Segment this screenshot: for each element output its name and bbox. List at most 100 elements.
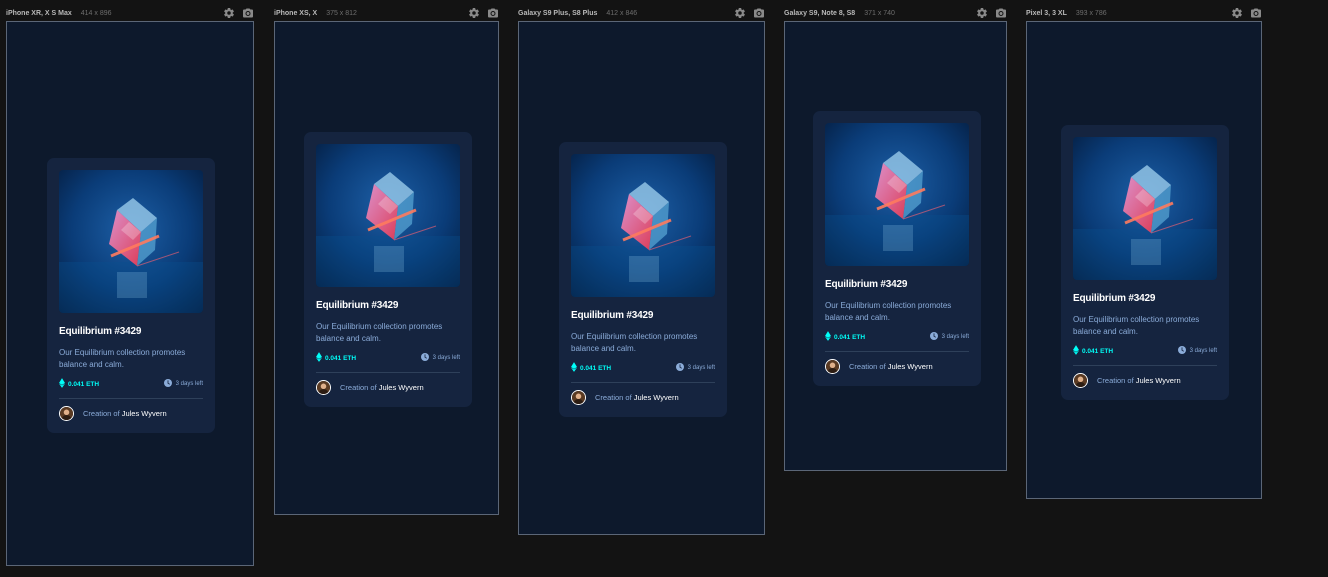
creator-row: Creation of Jules Wyvern [571, 390, 715, 405]
time-left-value: 3 days left [1189, 348, 1217, 354]
ethereum-icon [1073, 345, 1082, 357]
price-value: 0.041 ETH [68, 380, 100, 388]
creator-row: Creation of Jules Wyvern [1073, 373, 1217, 388]
card-stats: 0.041 ETH 3 days left [571, 362, 715, 374]
nft-card: Equilibrium #3429 Our Equilibrium collec… [304, 132, 472, 407]
divider [59, 398, 203, 399]
card-description: Our Equilibrium collection promotes bala… [316, 322, 443, 343]
card-description: Our Equilibrium collection promotes bala… [1073, 315, 1200, 336]
creator-prefix: Creation of [849, 362, 886, 371]
price: 0.041 ETH [825, 331, 865, 343]
equilibrium-image[interactable] [316, 144, 460, 287]
gear-icon[interactable] [1231, 7, 1243, 19]
gear-icon[interactable] [734, 7, 746, 19]
device-dimensions: 393 x 786 [1075, 9, 1107, 17]
time-left-value: 3 days left [687, 365, 715, 371]
creator-name[interactable]: Jules Wyvern [634, 393, 679, 402]
gear-icon[interactable] [223, 7, 235, 19]
creator-row: Creation of Jules Wyvern [316, 380, 460, 395]
device-header: iPhone XR, X S Max 414 x 896 [6, 5, 254, 21]
creator-avatar [59, 406, 74, 421]
device-screen: Equilibrium #3429 Our Equilibrium collec… [6, 21, 254, 566]
creator-avatar [1073, 373, 1088, 388]
card-title[interactable]: Equilibrium #3429 [316, 300, 460, 311]
price: 0.041 ETH [571, 362, 611, 374]
device-name: Galaxy S9 Plus, S8 Plus [518, 9, 598, 17]
card-stats: 0.041 ETH 3 days left [59, 378, 203, 390]
nft-card: Equilibrium #3429 Our Equilibrium collec… [47, 158, 215, 433]
camera-icon[interactable] [487, 7, 499, 19]
creator-avatar [316, 380, 331, 395]
card-title[interactable]: Equilibrium #3429 [571, 310, 715, 321]
device-preview: iPhone XR, X S Max 414 x 896 Equilibrium… [6, 5, 254, 566]
creator-prefix: Creation of [340, 383, 377, 392]
ethereum-icon [571, 362, 580, 374]
card-description: Our Equilibrium collection promotes bala… [825, 301, 952, 322]
card-description: Our Equilibrium collection promotes bala… [571, 332, 698, 353]
device-preview: Galaxy S9 Plus, S8 Plus 412 x 846 Equili… [518, 5, 765, 535]
equilibrium-image[interactable] [571, 154, 715, 297]
time-left-value: 3 days left [941, 334, 969, 340]
device-tools [468, 7, 499, 19]
creator-name[interactable]: Jules Wyvern [1136, 376, 1181, 385]
camera-icon[interactable] [995, 7, 1007, 19]
price: 0.041 ETH [1073, 345, 1113, 357]
device-dimensions: 375 x 812 [326, 9, 357, 17]
time-left: 3 days left [1177, 346, 1217, 356]
divider [316, 372, 460, 373]
time-left: 3 days left [163, 379, 203, 389]
camera-icon[interactable] [1250, 7, 1262, 19]
equilibrium-image[interactable] [1073, 137, 1217, 280]
card-title[interactable]: Equilibrium #3429 [825, 279, 969, 290]
creator-name[interactable]: Jules Wyvern [888, 362, 933, 371]
ethereum-icon [59, 378, 68, 390]
creator-prefix: Creation of [83, 409, 120, 418]
price: 0.041 ETH [316, 352, 356, 364]
nft-card: Equilibrium #3429 Our Equilibrium collec… [1061, 125, 1229, 400]
device-screen: Equilibrium #3429 Our Equilibrium collec… [784, 21, 1007, 471]
clock-icon [420, 353, 433, 363]
device-dimensions: 412 x 846 [606, 9, 638, 17]
device-tools [734, 7, 765, 19]
device-screen: Equilibrium #3429 Our Equilibrium collec… [274, 21, 499, 515]
device-name: Galaxy S9, Note 8, S8 [784, 9, 856, 17]
time-left-value: 3 days left [175, 381, 203, 387]
camera-icon[interactable] [753, 7, 765, 19]
device-dimensions: 414 x 896 [80, 9, 112, 17]
price-value: 0.041 ETH [580, 364, 612, 372]
device-preview: Pixel 3, 3 XL 393 x 786 Equilibrium #342… [1026, 5, 1262, 499]
device-dimensions: 371 x 740 [864, 9, 895, 17]
creator-avatar [825, 359, 840, 374]
creator-prefix: Creation of [595, 393, 632, 402]
card-title[interactable]: Equilibrium #3429 [59, 326, 203, 337]
time-left: 3 days left [929, 332, 969, 342]
card-stats: 0.041 ETH 3 days left [825, 331, 969, 343]
price-value: 0.041 ETH [1082, 347, 1114, 355]
price-value: 0.041 ETH [325, 354, 357, 362]
camera-icon[interactable] [242, 7, 254, 19]
device-header: Galaxy S9 Plus, S8 Plus 412 x 846 [518, 5, 765, 21]
time-left: 3 days left [420, 353, 460, 363]
device-tools [976, 7, 1007, 19]
creator-row: Creation of Jules Wyvern [59, 406, 203, 421]
device-header: iPhone XS, X 375 x 812 [274, 5, 499, 21]
creator-name[interactable]: Jules Wyvern [379, 383, 424, 392]
creator-name[interactable]: Jules Wyvern [122, 409, 167, 418]
gear-icon[interactable] [468, 7, 480, 19]
equilibrium-image[interactable] [825, 123, 969, 266]
price-value: 0.041 ETH [834, 333, 866, 341]
device-header: Galaxy S9, Note 8, S8 371 x 740 [784, 5, 1007, 21]
card-title[interactable]: Equilibrium #3429 [1073, 293, 1217, 304]
device-tools [1231, 7, 1262, 19]
equilibrium-image[interactable] [59, 170, 203, 313]
device-name: Pixel 3, 3 XL [1026, 9, 1067, 17]
gear-icon[interactable] [976, 7, 988, 19]
clock-icon [929, 332, 942, 342]
device-screen: Equilibrium #3429 Our Equilibrium collec… [518, 21, 765, 535]
clock-icon [675, 363, 688, 373]
nft-card: Equilibrium #3429 Our Equilibrium collec… [813, 111, 981, 386]
device-header: Pixel 3, 3 XL 393 x 786 [1026, 5, 1262, 21]
device-name: iPhone XR, X S Max [6, 9, 72, 17]
creator-prefix: Creation of [1097, 376, 1134, 385]
clock-icon [163, 379, 176, 389]
